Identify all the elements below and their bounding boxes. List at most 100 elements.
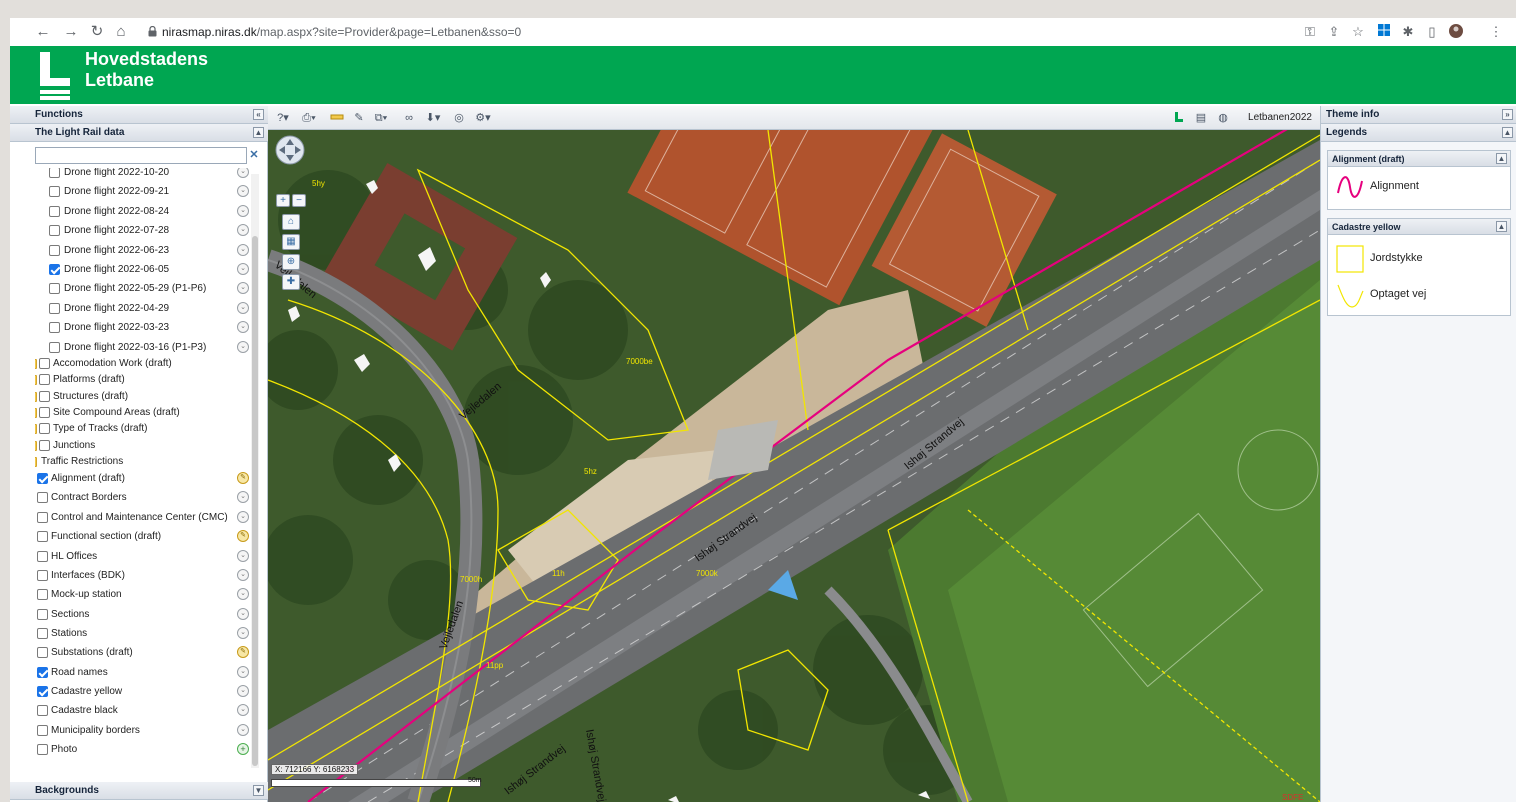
layer-info-icon[interactable]: ⌄ (237, 301, 249, 314)
home-extent-icon[interactable]: ⌂ (282, 214, 300, 230)
zoom-in-icon[interactable]: + (276, 194, 290, 207)
home-icon[interactable]: ⌂ (112, 23, 130, 41)
layer-checkbox[interactable] (37, 705, 48, 717)
layer-info-icon[interactable]: ⌄ (237, 168, 249, 178)
functions-header[interactable]: Functions « (10, 106, 268, 124)
layer-info-icon[interactable]: ⌄ (237, 263, 249, 275)
layer-checkbox[interactable] (49, 244, 60, 256)
layer-info-icon[interactable]: ⌄ (237, 282, 249, 295)
theme-info-header[interactable]: Theme info » (1321, 106, 1516, 124)
layer-item[interactable]: Sections ⌄ (35, 606, 255, 624)
layer-info-icon[interactable]: ✎ (237, 646, 249, 659)
folder-checkbox[interactable] (39, 423, 50, 435)
layer-checkbox[interactable] (49, 186, 60, 198)
layer-item[interactable]: Contract Borders ⌄ (35, 489, 255, 507)
layer-info-icon[interactable]: ⌄ (237, 626, 249, 639)
expand-backgrounds-icon[interactable]: ▼ (253, 785, 264, 796)
layer-checkbox[interactable] (37, 550, 48, 562)
zoom-area-icon[interactable]: ⊕ (282, 254, 300, 270)
layer-item[interactable]: HL Offices ⌄ (35, 548, 255, 566)
legend-group-title[interactable]: Alignment (draft) ▲ (1328, 151, 1510, 167)
layer-folder[interactable]: ▷Accomodation Work (draft) (35, 355, 255, 373)
layer-info-icon[interactable]: ⌄ (237, 185, 249, 198)
folder-checkbox[interactable] (39, 358, 50, 369)
layer-folder[interactable]: ▷Junctions (35, 437, 255, 455)
layer-info-icon[interactable]: ⌄ (237, 321, 249, 334)
layer-folder[interactable]: ▷Type of Tracks (draft) (35, 420, 255, 438)
side-panel-icon[interactable]: ▯ (1424, 24, 1440, 40)
layer-info-icon[interactable]: ⌄ (237, 588, 249, 601)
draw-tool-icon[interactable]: ✎ (348, 111, 370, 125)
document-icon[interactable]: ▤ (1190, 111, 1212, 125)
drone-flight-item[interactable]: Drone flight 2022-03-23 ⌄ (35, 319, 255, 337)
lock-icon[interactable] (148, 26, 157, 37)
layer-info-icon[interactable]: ⌄ (237, 684, 249, 697)
layer-checkbox[interactable] (37, 492, 48, 504)
layer-checkbox[interactable] (49, 264, 60, 275)
legend-group-title[interactable]: Cadastre yellow ▲ (1328, 219, 1510, 235)
layer-item[interactable]: Functional section (draft) ✎ (35, 528, 255, 546)
forward-arrow-icon[interactable]: → (62, 23, 80, 41)
layer-folder[interactable]: ▷Structures (draft) (35, 388, 255, 406)
layer-item[interactable]: Substations (draft) ✎ (35, 644, 255, 662)
layer-checkbox[interactable] (49, 302, 60, 314)
layer-tree-scrollbar-thumb[interactable] (252, 236, 258, 766)
map-view[interactable]: ?▾ ⎙▾ ✎ ⧉▾ ∞ ⬇▾ ◎ ⚙▾ ▤ ◍ Letbanen2022 Is… (268, 106, 1320, 802)
share-icon[interactable]: ⇪ (1326, 24, 1342, 40)
folder-checkbox[interactable] (39, 374, 50, 386)
layer-info-icon[interactable]: ⌄ (237, 723, 249, 736)
layer-folder[interactable]: ▷Site Compound Areas (draft) (35, 404, 255, 422)
windows-extension-icon[interactable] (1376, 24, 1392, 40)
layer-folder[interactable]: ▷Platforms (draft) (35, 371, 255, 389)
layer-checkbox[interactable] (37, 589, 48, 601)
layer-checkbox[interactable] (37, 647, 48, 659)
layers-tool-icon[interactable]: ⧉▾ (370, 111, 392, 125)
layer-info-icon[interactable]: ⌄ (237, 224, 249, 237)
layer-info-icon[interactable]: ⌄ (237, 568, 249, 581)
aerial-map-canvas[interactable]: Ishøj Strandvej Ishøj Strandvej Vejledal… (268, 130, 1320, 802)
drone-flight-item[interactable]: Drone flight 2022-10-20 ⌄ (35, 168, 255, 182)
collapse-right-icon[interactable]: » (1502, 109, 1513, 120)
back-arrow-icon[interactable]: ← (34, 23, 52, 41)
layer-checkbox[interactable] (37, 744, 48, 755)
drone-flight-item[interactable]: Drone flight 2022-09-21 ⌄ (35, 183, 255, 201)
layer-checkbox[interactable] (37, 627, 48, 639)
collapse-left-icon[interactable]: « (253, 109, 264, 120)
backgrounds-header[interactable]: Backgrounds ▼ (10, 782, 268, 800)
layer-item[interactable]: Photo + (35, 741, 255, 759)
layer-info-icon[interactable]: ⌄ (237, 340, 249, 353)
layer-info-icon[interactable]: ✎ (237, 530, 249, 543)
layer-info-icon[interactable]: ⌄ (237, 704, 249, 717)
layer-item[interactable]: Control and Maintenance Center (CMC) ⌄ (35, 509, 255, 527)
layer-info-icon[interactable]: ⌄ (237, 549, 249, 562)
letbane-small-logo-icon[interactable] (1168, 111, 1190, 125)
menu-dots-icon[interactable]: ⋮ (1488, 24, 1504, 40)
layer-info-icon[interactable]: ⌄ (237, 607, 249, 620)
drone-flight-item[interactable]: Drone flight 2022-06-23 ⌄ (35, 242, 255, 260)
layer-item[interactable]: Cadastre black ⌄ (35, 702, 255, 720)
layer-item[interactable]: Interfaces (BDK) ⌄ (35, 567, 255, 585)
drone-flight-item[interactable]: Drone flight 2022-05-29 (P1-P6) ⌄ (35, 280, 255, 298)
reload-icon[interactable]: ↻ (88, 23, 106, 41)
layer-checkbox[interactable] (49, 225, 60, 237)
layer-info-icon[interactable]: ⌄ (237, 665, 249, 678)
profile-avatar-icon[interactable] (1448, 24, 1464, 40)
link-tool-icon[interactable]: ∞ (398, 111, 420, 125)
collapse-group-icon[interactable]: ▲ (1496, 153, 1507, 164)
collapse-section-icon[interactable]: ▲ (253, 127, 264, 138)
address-bar[interactable]: nirasmap.niras.dk/map.aspx?site=Provider… (162, 25, 521, 39)
layer-checkbox[interactable] (37, 685, 48, 697)
layer-folder[interactable]: ▷Traffic Restrictions (35, 453, 255, 471)
drone-flight-item[interactable]: Drone flight 2022-07-28 ⌄ (35, 222, 255, 240)
settings-gear-icon[interactable]: ⚙▾ (472, 111, 494, 125)
layer-checkbox[interactable] (37, 724, 48, 736)
layer-checkbox[interactable] (37, 473, 48, 485)
layer-checkbox[interactable] (37, 531, 48, 543)
key-icon[interactable]: ⚿ (1302, 24, 1318, 40)
layer-item[interactable]: Stations ⌄ (35, 625, 255, 643)
print-tool-icon[interactable]: ⎙▾ (298, 111, 320, 125)
letbane-logo-icon[interactable] (38, 50, 74, 102)
help-tool-icon[interactable]: ?▾ (272, 111, 294, 125)
measure-tool-icon[interactable] (326, 111, 348, 125)
layer-info-icon[interactable]: + (237, 743, 249, 755)
